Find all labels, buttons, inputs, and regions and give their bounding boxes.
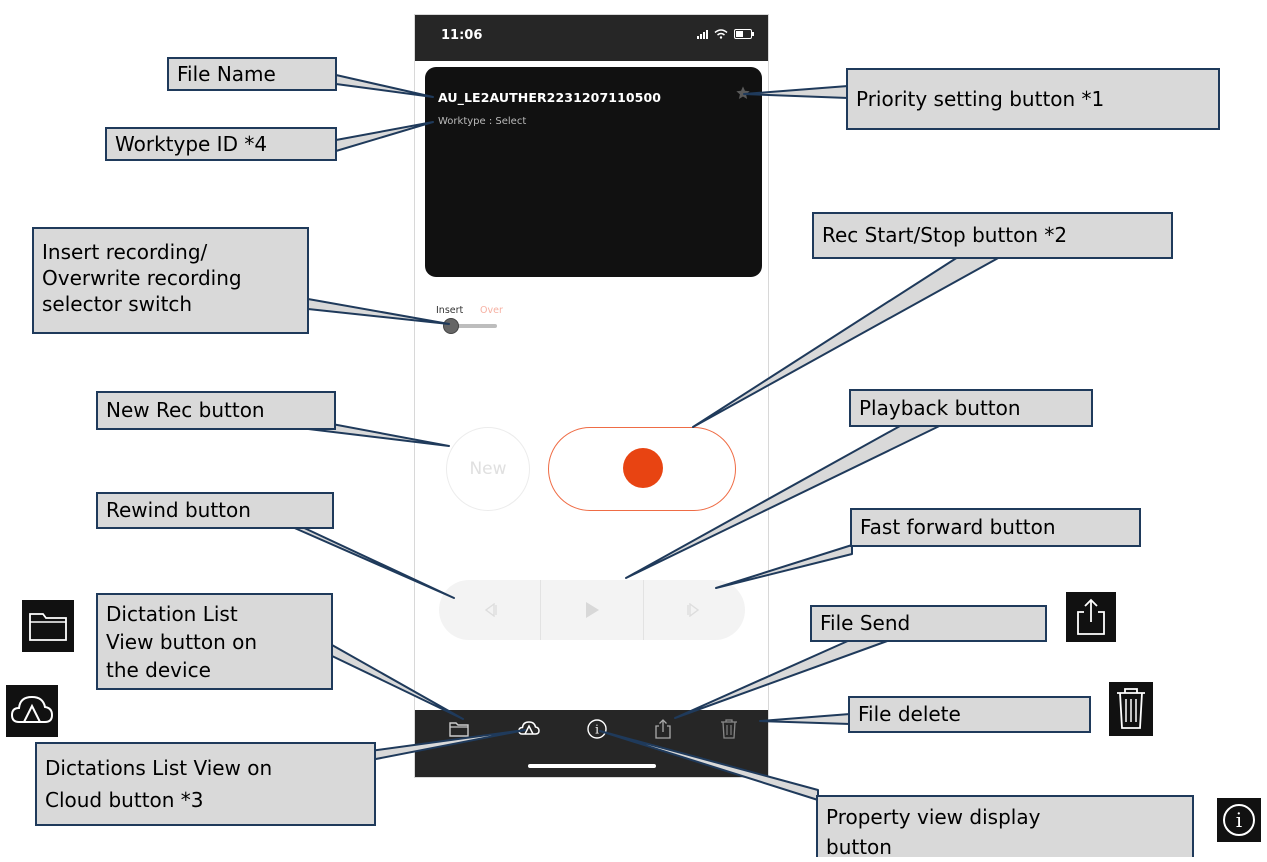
fast-forward-icon: [687, 603, 700, 617]
playback-button[interactable]: [540, 580, 642, 640]
callout-property-line1: Property view display: [826, 805, 1041, 829]
info-icon[interactable]: i: [585, 717, 609, 741]
record-icon: [623, 448, 663, 488]
trash-icon: [1109, 682, 1153, 736]
callout-property: Property view display button: [816, 795, 1194, 859]
home-indicator: [528, 764, 656, 768]
play-icon: [585, 602, 599, 618]
callout-dictation-list-line1: Dictation List: [106, 602, 238, 626]
cloud-icon[interactable]: [517, 717, 541, 741]
callout-new-rec: New Rec button: [96, 391, 336, 430]
leader-file-delete: [759, 713, 851, 725]
callout-cloud: Dictations List View on Cloud button *3: [35, 742, 376, 826]
rec-start-stop-button[interactable]: [548, 427, 736, 511]
insert-mode-label: Insert: [436, 305, 464, 316]
transport-controls: [439, 580, 745, 640]
svg-text:i: i: [1236, 808, 1242, 832]
worktype-selector[interactable]: Worktype : Select: [438, 116, 526, 127]
callout-insert-overwrite-line2: Overwrite recording: [42, 266, 242, 290]
signal-icon: [697, 29, 708, 39]
callout-cloud-line1: Dictations List View on: [45, 756, 273, 780]
share-icon: [1066, 592, 1116, 642]
star-icon[interactable]: [735, 85, 751, 101]
callout-rewind: Rewind button: [96, 492, 334, 529]
callout-playback: Playback button: [849, 389, 1093, 427]
folder-icon[interactable]: [447, 717, 471, 741]
callout-fast-forward: Fast forward button: [850, 508, 1141, 547]
file-info-card: AU_LE2AUTHER2231207110500 Worktype : Sel…: [425, 67, 762, 277]
folder-icon: [22, 600, 74, 652]
phone-screen: 11:06 AU_LE2AUTHER2231207110500 Worktype…: [414, 14, 769, 778]
callout-insert-overwrite-line1: Insert recording/: [42, 240, 208, 264]
mode-switch-knob[interactable]: [443, 318, 459, 334]
info-icon: i: [1217, 798, 1261, 842]
callout-cloud-line2: Cloud button *3: [45, 788, 204, 812]
callout-dictation-list-line3: the device: [106, 658, 211, 682]
callout-insert-overwrite: Insert recording/ Overwrite recording se…: [32, 227, 309, 334]
new-button-label: New: [469, 459, 507, 479]
callout-file-delete: File delete: [848, 696, 1091, 733]
status-time: 11:06: [441, 28, 483, 43]
rewind-icon: [484, 603, 497, 617]
callout-worktype-id: Worktype ID *4: [105, 127, 337, 161]
new-rec-button[interactable]: New: [446, 427, 530, 511]
callout-dictation-list-line2: View button on: [106, 630, 258, 654]
callout-insert-overwrite-line3: selector switch: [42, 292, 193, 316]
callout-file-name: File Name: [167, 57, 337, 91]
callout-file-send: File Send: [810, 605, 1047, 642]
wifi-icon: [714, 29, 728, 39]
system-icons: [697, 29, 754, 39]
share-icon[interactable]: [651, 717, 675, 741]
file-name: AU_LE2AUTHER2231207110500: [438, 90, 662, 105]
status-bar: 11:06: [415, 15, 768, 61]
fast-forward-button[interactable]: [642, 580, 745, 640]
svg-text:i: i: [595, 723, 599, 737]
cloud-icon: [6, 685, 58, 737]
overwrite-mode-label: Over: [480, 305, 503, 316]
callout-rec-start-stop: Rec Start/Stop button *2: [812, 212, 1173, 259]
rewind-button[interactable]: [439, 580, 540, 640]
callout-priority: Priority setting button *1: [846, 68, 1220, 130]
callout-property-line2: button: [826, 835, 892, 859]
trash-icon[interactable]: [717, 717, 741, 741]
battery-icon: [734, 29, 754, 39]
bottom-toolbar: i: [415, 710, 768, 777]
callout-dictation-list: Dictation List View button on the device: [96, 593, 333, 690]
